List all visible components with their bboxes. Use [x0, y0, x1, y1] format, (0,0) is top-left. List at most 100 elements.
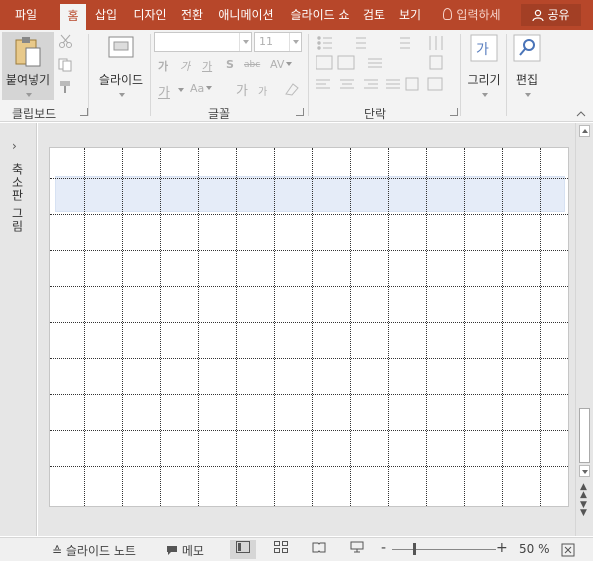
paragraph-group-label: 단락 — [364, 107, 387, 121]
vertical-scrollbar[interactable]: ▲ ▲ ▼ ▼ — [575, 123, 593, 536]
expand-pane-icon[interactable]: › — [12, 139, 17, 153]
share-button[interactable]: 공유 — [521, 4, 581, 26]
comments-label: 메모 — [181, 544, 204, 558]
tab-review[interactable]: 검토 — [358, 0, 390, 30]
grid-guide-vertical — [350, 148, 351, 506]
reading-view-icon — [312, 542, 326, 553]
tab-animations[interactable]: 애니메이션 — [212, 0, 280, 30]
fit-to-window-icon[interactable] — [561, 543, 575, 557]
chevron-down-icon — [26, 93, 32, 97]
tab-home[interactable]: 홈 — [60, 4, 86, 30]
comments-button[interactable]: 메모 — [166, 542, 204, 559]
zoom-out-button[interactable]: - — [381, 540, 386, 556]
editing-label: 편집 — [515, 73, 539, 87]
chevron-down-icon[interactable] — [178, 88, 184, 92]
grid-guide-horizontal — [50, 286, 568, 287]
strikethrough-button[interactable]: abc — [244, 60, 260, 70]
char-spacing-button[interactable]: AV — [270, 58, 293, 71]
grid-guide-horizontal — [50, 178, 568, 179]
underline-button[interactable]: 가 — [202, 58, 212, 74]
grid-guide-vertical — [502, 148, 503, 506]
grid-guide-vertical — [236, 148, 237, 506]
grid-guide-horizontal — [50, 430, 568, 431]
clear-format-icon[interactable] — [284, 82, 300, 96]
scroll-down-button[interactable] — [579, 465, 590, 477]
slideshow-icon — [350, 541, 364, 553]
drawing-button[interactable]: 가 그리기 — [464, 34, 504, 100]
bold-button[interactable]: 가 — [158, 58, 168, 74]
tell-me-search[interactable]: 입력하세 — [434, 0, 510, 30]
new-slide-button[interactable]: 슬라이드 — [94, 34, 148, 100]
chevron-down-icon[interactable] — [289, 33, 301, 51]
font-name-combo[interactable] — [154, 32, 252, 52]
font-group-label: 글꼴 — [208, 107, 231, 121]
grid-guide-vertical — [388, 148, 389, 506]
paste-button[interactable]: 붙여넣기 — [2, 32, 54, 100]
scroll-up-button[interactable] — [579, 125, 590, 137]
group-divider — [460, 34, 461, 116]
normal-view-button[interactable] — [230, 540, 256, 559]
font-size-combo[interactable]: 11 — [254, 32, 302, 52]
grow-font-button[interactable]: 가 — [236, 80, 248, 99]
zoom-slider-thumb[interactable] — [413, 543, 416, 555]
paragraph-controls[interactable] — [316, 34, 456, 100]
tab-transitions[interactable]: 전환 — [176, 0, 208, 30]
change-case-label: Aa — [190, 82, 205, 95]
zoom-slider[interactable] — [392, 549, 496, 550]
selected-text-box[interactable] — [55, 176, 565, 212]
slide-sorter-button[interactable] — [268, 540, 294, 559]
zoom-level[interactable]: 50 % — [519, 542, 550, 556]
change-case-button[interactable]: Aa — [190, 82, 213, 95]
tab-slideshow[interactable]: 슬라이드 쇼 — [284, 0, 356, 30]
reading-view-button[interactable] — [306, 540, 332, 559]
chevron-down-icon[interactable] — [239, 33, 251, 51]
new-slide-label: 슬라이드 — [98, 73, 144, 87]
person-icon — [532, 9, 545, 21]
slideshow-view-button[interactable] — [344, 540, 370, 559]
tab-insert[interactable]: 삽입 — [90, 0, 122, 30]
paste-label: 붙여넣기 — [5, 73, 51, 87]
copy-icon[interactable] — [58, 58, 76, 72]
shrink-font-button[interactable]: 가 — [258, 83, 267, 98]
tab-view[interactable]: 보기 — [394, 0, 426, 30]
char-spacing-label: AV — [270, 58, 285, 71]
drawing-label: 그리기 — [467, 73, 501, 87]
shadow-button[interactable]: S — [226, 58, 234, 71]
slide-canvas[interactable] — [49, 147, 569, 507]
italic-button[interactable]: 가 — [180, 58, 190, 74]
grid-guide-horizontal — [50, 322, 568, 323]
scroll-thumb[interactable] — [579, 408, 590, 463]
collapse-ribbon-icon[interactable] — [576, 110, 586, 118]
group-divider — [88, 34, 89, 116]
tab-design[interactable]: 디자인 — [128, 0, 172, 30]
font-color-button[interactable]: 가 — [158, 82, 170, 101]
find-icon — [513, 34, 541, 62]
svg-text:가: 가 — [476, 42, 489, 58]
tell-me-placeholder: 입력하세 — [456, 8, 501, 22]
chevron-down-icon — [525, 93, 531, 97]
next-slide-icon[interactable]: ▼ ▼ — [580, 501, 587, 518]
tab-file[interactable]: 파일 — [4, 0, 48, 30]
grid-guide-vertical — [464, 148, 465, 506]
thumbnail-pane-label[interactable]: 축소판 그림 — [6, 163, 26, 233]
editing-button[interactable]: 편집 — [510, 34, 544, 100]
paragraph-launcher[interactable] — [450, 108, 458, 116]
grid-guide-horizontal — [50, 250, 568, 251]
ribbon-home: 붙여넣기 클립보드 슬라이드 11 가 가 가 S abc AV 가 Aa 가 … — [0, 30, 593, 122]
format-painter-icon[interactable] — [58, 80, 74, 94]
clipboard-launcher[interactable] — [80, 108, 88, 116]
group-divider — [150, 34, 151, 116]
zoom-in-button[interactable]: + — [496, 540, 508, 556]
group-divider — [506, 34, 507, 116]
grid-guide-horizontal — [50, 394, 568, 395]
thumbnail-pane: › 축소판 그림 — [0, 123, 37, 536]
status-bar: ≙ 슬라이드 노트 메모 - + 50 % — [0, 537, 593, 561]
shapes-icon: 가 — [470, 34, 498, 62]
normal-view-icon — [236, 541, 250, 553]
previous-slide-icon[interactable]: ▲ ▲ — [580, 483, 587, 500]
notes-button[interactable]: ≙ 슬라이드 노트 — [52, 542, 136, 559]
ribbon-tab-bar: 파일 홈 삽입 디자인 전환 애니메이션 슬라이드 쇼 검토 보기 입력하세 공… — [0, 0, 593, 30]
cut-icon[interactable] — [58, 34, 74, 48]
group-divider — [308, 34, 309, 116]
font-launcher[interactable] — [296, 108, 304, 116]
